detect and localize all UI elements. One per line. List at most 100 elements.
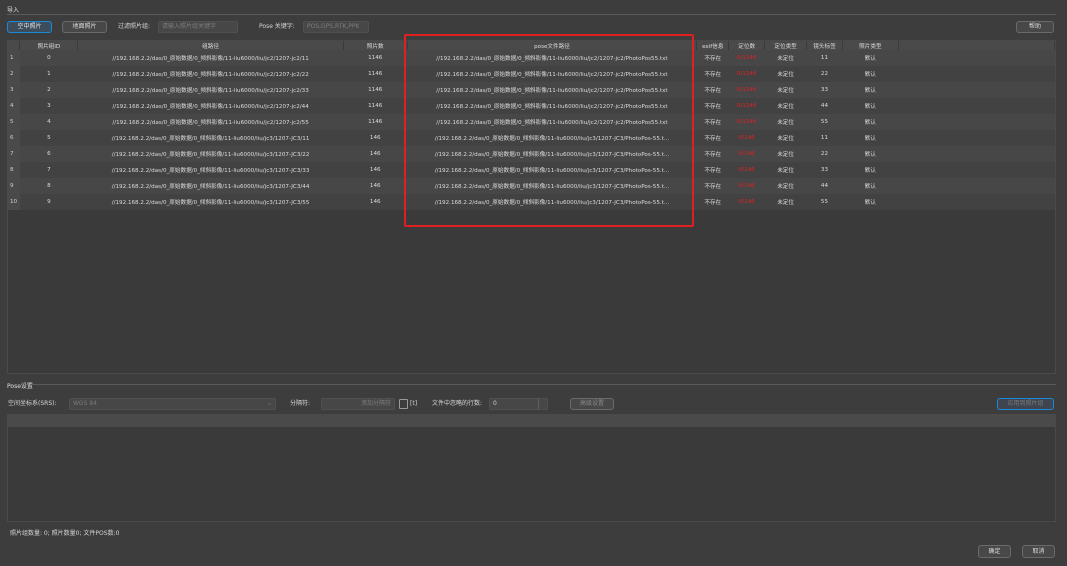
help-button[interactable]: 帮助 xyxy=(1016,21,1054,33)
lens-tag-cell[interactable]: 22 xyxy=(806,146,843,162)
photo-count-cell[interactable]: 1146 xyxy=(343,66,408,82)
group-id-cell[interactable]: 2 xyxy=(19,82,78,98)
exif-cell[interactable]: 不存在 xyxy=(696,50,729,66)
photo-type-cell[interactable]: 默认 xyxy=(842,50,899,66)
loc-count-cell[interactable]: 0/146 xyxy=(728,146,765,162)
group-id-cell[interactable]: 9 xyxy=(19,194,78,210)
group-id-cell[interactable]: 4 xyxy=(19,114,78,130)
loc-type-cell[interactable]: 未定位 xyxy=(764,130,807,146)
loc-count-cell[interactable]: 0/146 xyxy=(728,194,765,210)
loc-type-cell[interactable]: 未定位 xyxy=(764,66,807,82)
lens-tag-cell[interactable]: 33 xyxy=(806,162,843,178)
advanced-settings-button[interactable]: 高级设置 xyxy=(570,398,614,410)
loc-count-cell[interactable]: 0/146 xyxy=(728,178,765,194)
exif-cell[interactable]: 不存在 xyxy=(696,178,729,194)
group-id-cell[interactable]: 3 xyxy=(19,98,78,114)
row-number[interactable]: 7 xyxy=(8,146,20,162)
exif-cell[interactable]: 不存在 xyxy=(696,82,729,98)
row-number[interactable]: 4 xyxy=(8,98,20,114)
exif-cell[interactable]: 不存在 xyxy=(696,130,729,146)
loc-count-cell[interactable]: 0/1146 xyxy=(728,98,765,114)
photo-type-cell[interactable]: 默认 xyxy=(842,130,899,146)
lens-tag-cell[interactable]: 11 xyxy=(806,130,843,146)
loc-type-cell[interactable]: 未定位 xyxy=(764,162,807,178)
lens-tag-cell[interactable]: 44 xyxy=(806,178,843,194)
photo-type-cell[interactable]: 默认 xyxy=(842,178,899,194)
col-header-photo-type[interactable]: 照片类型 xyxy=(842,41,899,50)
col-header-photo-count[interactable]: 照片数 xyxy=(343,41,408,50)
loc-type-cell[interactable]: 未定位 xyxy=(764,194,807,210)
loc-count-cell[interactable]: 0/146 xyxy=(728,162,765,178)
exif-cell[interactable]: 不存在 xyxy=(696,98,729,114)
col-header-lens-tag[interactable]: 镜头标签 xyxy=(806,41,843,50)
lens-tag-cell[interactable]: 55 xyxy=(806,114,843,130)
exif-cell[interactable]: 不存在 xyxy=(696,66,729,82)
cancel-button[interactable]: 取消 xyxy=(1022,545,1055,558)
loc-type-cell[interactable]: 未定位 xyxy=(764,50,807,66)
lens-tag-cell[interactable]: 33 xyxy=(806,82,843,98)
lens-tag-cell[interactable]: 11 xyxy=(806,50,843,66)
exif-cell[interactable]: 不存在 xyxy=(696,194,729,210)
group-path-cell[interactable]: //192.168.2.2/das/0_原始数据/0_倾斜影像/11-liu60… xyxy=(77,146,344,162)
exif-cell[interactable]: 不存在 xyxy=(696,162,729,178)
col-header-group-path[interactable]: 组路径 xyxy=(77,41,344,50)
lens-tag-cell[interactable]: 55 xyxy=(806,194,843,210)
col-header-group-id[interactable]: 照片组ID xyxy=(19,41,79,50)
photo-count-cell[interactable]: 146 xyxy=(343,130,408,146)
loc-count-cell[interactable]: 0/1146 xyxy=(728,114,765,130)
loc-type-cell[interactable]: 未定位 xyxy=(764,114,807,130)
group-path-cell[interactable]: //192.168.2.2/das/0_原始数据/0_倾斜影像/11-liu60… xyxy=(77,130,344,146)
loc-count-cell[interactable]: 0/1146 xyxy=(728,82,765,98)
col-header-loc-type[interactable]: 定位类型 xyxy=(764,41,808,50)
spinner-arrows-icon[interactable] xyxy=(538,399,547,409)
photo-count-cell[interactable]: 146 xyxy=(343,194,408,210)
loc-type-cell[interactable]: 未定位 xyxy=(764,146,807,162)
loc-type-cell[interactable]: 未定位 xyxy=(764,82,807,98)
group-path-cell[interactable]: //192.168.2.2/das/0_原始数据/0_倾斜影像/11-liu60… xyxy=(77,82,344,98)
col-header-exif[interactable]: exif信息 xyxy=(696,41,730,50)
group-path-cell[interactable]: //192.168.2.2/das/0_原始数据/0_倾斜影像/11-liu60… xyxy=(77,194,344,210)
loc-type-cell[interactable]: 未定位 xyxy=(764,98,807,114)
group-id-cell[interactable]: 0 xyxy=(19,50,78,66)
photo-type-cell[interactable]: 默认 xyxy=(842,114,899,130)
col-header-loc-count[interactable]: 定位数 xyxy=(728,41,766,50)
group-id-cell[interactable]: 6 xyxy=(19,146,78,162)
ok-button[interactable]: 确定 xyxy=(978,545,1011,558)
ground-photo-button[interactable]: 地面照片 xyxy=(62,21,107,33)
tab-checkbox[interactable] xyxy=(399,399,408,409)
photo-count-cell[interactable]: 1146 xyxy=(343,82,408,98)
photo-count-cell[interactable]: 1146 xyxy=(343,98,408,114)
group-path-cell[interactable]: //192.168.2.2/das/0_原始数据/0_倾斜影像/11-liu60… xyxy=(77,50,344,66)
group-path-cell[interactable]: //192.168.2.2/das/0_原始数据/0_倾斜影像/11-liu60… xyxy=(77,66,344,82)
loc-type-cell[interactable]: 未定位 xyxy=(764,178,807,194)
lens-tag-cell[interactable]: 22 xyxy=(806,66,843,82)
row-number[interactable]: 6 xyxy=(8,130,20,146)
row-number[interactable]: 2 xyxy=(8,66,20,82)
group-id-cell[interactable]: 1 xyxy=(19,66,78,82)
photo-count-cell[interactable]: 146 xyxy=(343,162,408,178)
loc-count-cell[interactable]: 0/1146 xyxy=(728,50,765,66)
exif-cell[interactable]: 不存在 xyxy=(696,114,729,130)
photo-count-cell[interactable]: 1146 xyxy=(343,50,408,66)
exif-cell[interactable]: 不存在 xyxy=(696,146,729,162)
loc-count-cell[interactable]: 0/1146 xyxy=(728,66,765,82)
photo-type-cell[interactable]: 默认 xyxy=(842,98,899,114)
aerial-photo-button[interactable]: 空中照片 xyxy=(7,21,52,33)
group-id-cell[interactable]: 8 xyxy=(19,178,78,194)
photo-type-cell[interactable]: 默认 xyxy=(842,66,899,82)
photo-count-cell[interactable]: 146 xyxy=(343,178,408,194)
row-number[interactable]: 1 xyxy=(8,50,20,66)
ignore-rows-spinbox[interactable]: 0 xyxy=(489,398,548,410)
row-number[interactable]: 9 xyxy=(8,178,20,194)
row-number[interactable]: 3 xyxy=(8,82,20,98)
photo-count-cell[interactable]: 146 xyxy=(343,146,408,162)
group-id-cell[interactable]: 7 xyxy=(19,162,78,178)
row-number[interactable]: 8 xyxy=(8,162,20,178)
group-path-cell[interactable]: //192.168.2.2/das/0_原始数据/0_倾斜影像/11-liu60… xyxy=(77,114,344,130)
loc-count-cell[interactable]: 0/146 xyxy=(728,130,765,146)
pose-key-input[interactable]: POS,GPS,RTK,PPK xyxy=(303,21,369,33)
row-number[interactable]: 10 xyxy=(8,194,20,210)
photo-type-cell[interactable]: 默认 xyxy=(842,194,899,210)
row-number[interactable]: 5 xyxy=(8,114,20,130)
group-path-cell[interactable]: //192.168.2.2/das/0_原始数据/0_倾斜影像/11-liu60… xyxy=(77,162,344,178)
